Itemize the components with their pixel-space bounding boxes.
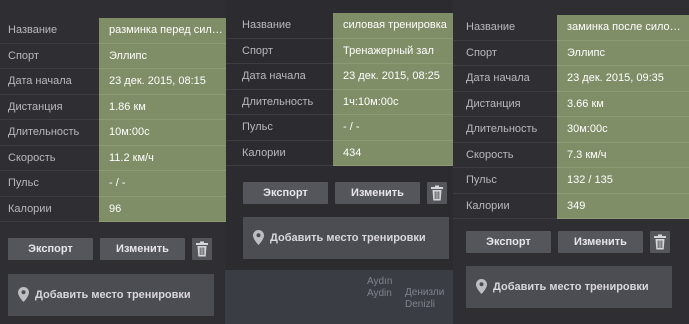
- add-place-button[interactable]: Добавить место тренировки: [8, 274, 214, 316]
- value-distance: 1.86 км: [99, 94, 235, 120]
- label-name: Название: [466, 21, 516, 33]
- row-pulse: Пульс 132 / 135: [453, 168, 689, 194]
- row-start-date: Дата начала 23 дек. 2015, 08:25: [226, 64, 461, 90]
- label-sport: Спорт: [8, 49, 39, 62]
- value-pulse: - / -: [333, 115, 461, 141]
- label-name: Название: [8, 24, 58, 36]
- row-sport: Спорт Эллипс: [0, 43, 235, 69]
- label-duration: Длительность: [8, 126, 80, 138]
- label-sport: Спорт: [242, 44, 273, 57]
- value-speed: 11.2 км/ч: [99, 145, 235, 171]
- row-distance: Дистанция 1.86 км: [0, 94, 235, 120]
- label-duration: Длительность: [466, 123, 538, 135]
- value-name: заминка после сило…: [557, 15, 689, 41]
- map-label-aydin-ru: Aydın: [367, 276, 393, 287]
- map-label-aydin: Aydin: [367, 288, 392, 299]
- row-pulse: Пульс - / -: [226, 115, 461, 141]
- add-place-label: Добавить место тренировки: [35, 289, 191, 301]
- label-calories: Калории: [242, 146, 286, 159]
- workout-card-3: Название заминка после сило… Спорт Эллипс …: [453, 0, 689, 324]
- row-name: Название разминка перед сил…: [0, 18, 235, 44]
- label-name: Название: [242, 19, 292, 31]
- value-duration: 30м:00с: [557, 117, 689, 143]
- label-speed: Скорость: [8, 151, 56, 164]
- map-label-denizli-ru: Денизли: [405, 287, 445, 298]
- value-calories: 96: [99, 196, 235, 222]
- map-pin-icon: [476, 279, 487, 294]
- row-calories: Калории 349: [453, 193, 689, 219]
- label-speed: Скорость: [466, 148, 514, 161]
- row-calories: Калории 96: [0, 196, 235, 222]
- row-start-date: Дата начала 23 дек. 2015, 09:35: [453, 66, 689, 92]
- row-speed: Скорость 11.2 км/ч: [0, 145, 235, 171]
- label-start-date: Дата начала: [242, 70, 306, 82]
- label-calories: Калории: [466, 199, 510, 212]
- value-duration: 1ч:10м:00с: [333, 89, 461, 115]
- trash-icon: [654, 234, 666, 250]
- map-pin-icon: [253, 230, 264, 245]
- export-button[interactable]: Экспорт: [8, 238, 93, 260]
- value-sport: Эллипс: [557, 40, 689, 66]
- row-distance: Дистанция 3.66 км: [453, 91, 689, 117]
- label-pulse: Пульс: [8, 177, 39, 189]
- edit-button[interactable]: Изменить: [335, 182, 420, 204]
- row-duration: Длительность 30м:00с: [453, 117, 689, 143]
- edit-button[interactable]: Изменить: [558, 231, 643, 253]
- value-speed: 7.3 км/ч: [557, 142, 689, 168]
- row-name: Название силовая тренировка: [226, 13, 461, 39]
- workout-card-1: Название разминка перед сил… Спорт Эллипс …: [0, 0, 235, 324]
- label-start-date: Дата начала: [8, 75, 72, 87]
- label-distance: Дистанция: [466, 97, 521, 110]
- map-pin-icon: [18, 287, 29, 302]
- delete-button[interactable]: [427, 182, 447, 204]
- label-calories: Калории: [8, 202, 52, 215]
- workout-details-table: Название заминка после сило… Спорт Эллипс …: [453, 15, 689, 219]
- value-pulse: - / -: [99, 171, 235, 197]
- workout-details-table: Название разминка перед сил… Спорт Эллипс …: [0, 18, 235, 222]
- export-button[interactable]: Экспорт: [466, 231, 551, 253]
- label-sport: Спорт: [466, 46, 497, 59]
- label-distance: Дистанция: [8, 100, 63, 113]
- value-sport: Эллипс: [99, 43, 235, 69]
- add-place-label: Добавить место тренировки: [493, 281, 649, 293]
- trash-icon: [431, 185, 443, 201]
- row-duration: Длительность 10м:00с: [0, 120, 235, 146]
- map-preview[interactable]: Aydın Aydin Денизли Denizli: [225, 270, 453, 324]
- value-sport: Тренажерный зал: [333, 38, 461, 64]
- delete-button[interactable]: [192, 238, 212, 260]
- workout-details-table: Название силовая тренировка Спорт Тренажер…: [226, 13, 461, 166]
- value-calories: 349: [557, 193, 689, 219]
- row-duration: Длительность 1ч:10м:00с: [226, 89, 461, 115]
- workout-card-2: Название силовая тренировка Спорт Тренажер…: [226, 0, 461, 270]
- value-pulse: 132 / 135: [557, 168, 689, 194]
- value-duration: 10м:00с: [99, 120, 235, 146]
- value-distance: 3.66 км: [557, 91, 689, 117]
- value-name: силовая тренировка: [333, 13, 461, 39]
- value-start-date: 23 дек. 2015, 09:35: [557, 66, 689, 92]
- add-place-label: Добавить место тренировки: [270, 232, 426, 244]
- label-duration: Длительность: [242, 95, 314, 108]
- label-pulse: Пульс: [242, 121, 273, 133]
- add-place-button[interactable]: Добавить место тренировки: [466, 266, 672, 308]
- label-start-date: Дата начала: [466, 72, 530, 84]
- value-name: разминка перед сил…: [99, 18, 235, 44]
- row-sport: Спорт Тренажерный зал: [226, 38, 461, 64]
- row-pulse: Пульс - / -: [0, 171, 235, 197]
- row-start-date: Дата начала 23 дек. 2015, 08:15: [0, 69, 235, 95]
- value-calories: 434: [333, 140, 461, 166]
- row-calories: Калории 434: [226, 140, 461, 166]
- value-start-date: 23 дек. 2015, 08:25: [333, 64, 461, 90]
- delete-button[interactable]: [650, 231, 670, 253]
- row-sport: Спорт Эллипс: [453, 40, 689, 66]
- export-button[interactable]: Экспорт: [243, 182, 328, 204]
- edit-button[interactable]: Изменить: [100, 238, 185, 260]
- row-speed: Скорость 7.3 км/ч: [453, 142, 689, 168]
- row-name: Название заминка после сило…: [453, 15, 689, 41]
- label-pulse: Пульс: [466, 174, 497, 186]
- trash-icon: [196, 241, 208, 257]
- value-start-date: 23 дек. 2015, 08:15: [99, 69, 235, 95]
- map-label-denizli: Denizli: [405, 299, 436, 310]
- add-place-button[interactable]: Добавить место тренировки: [243, 217, 449, 259]
